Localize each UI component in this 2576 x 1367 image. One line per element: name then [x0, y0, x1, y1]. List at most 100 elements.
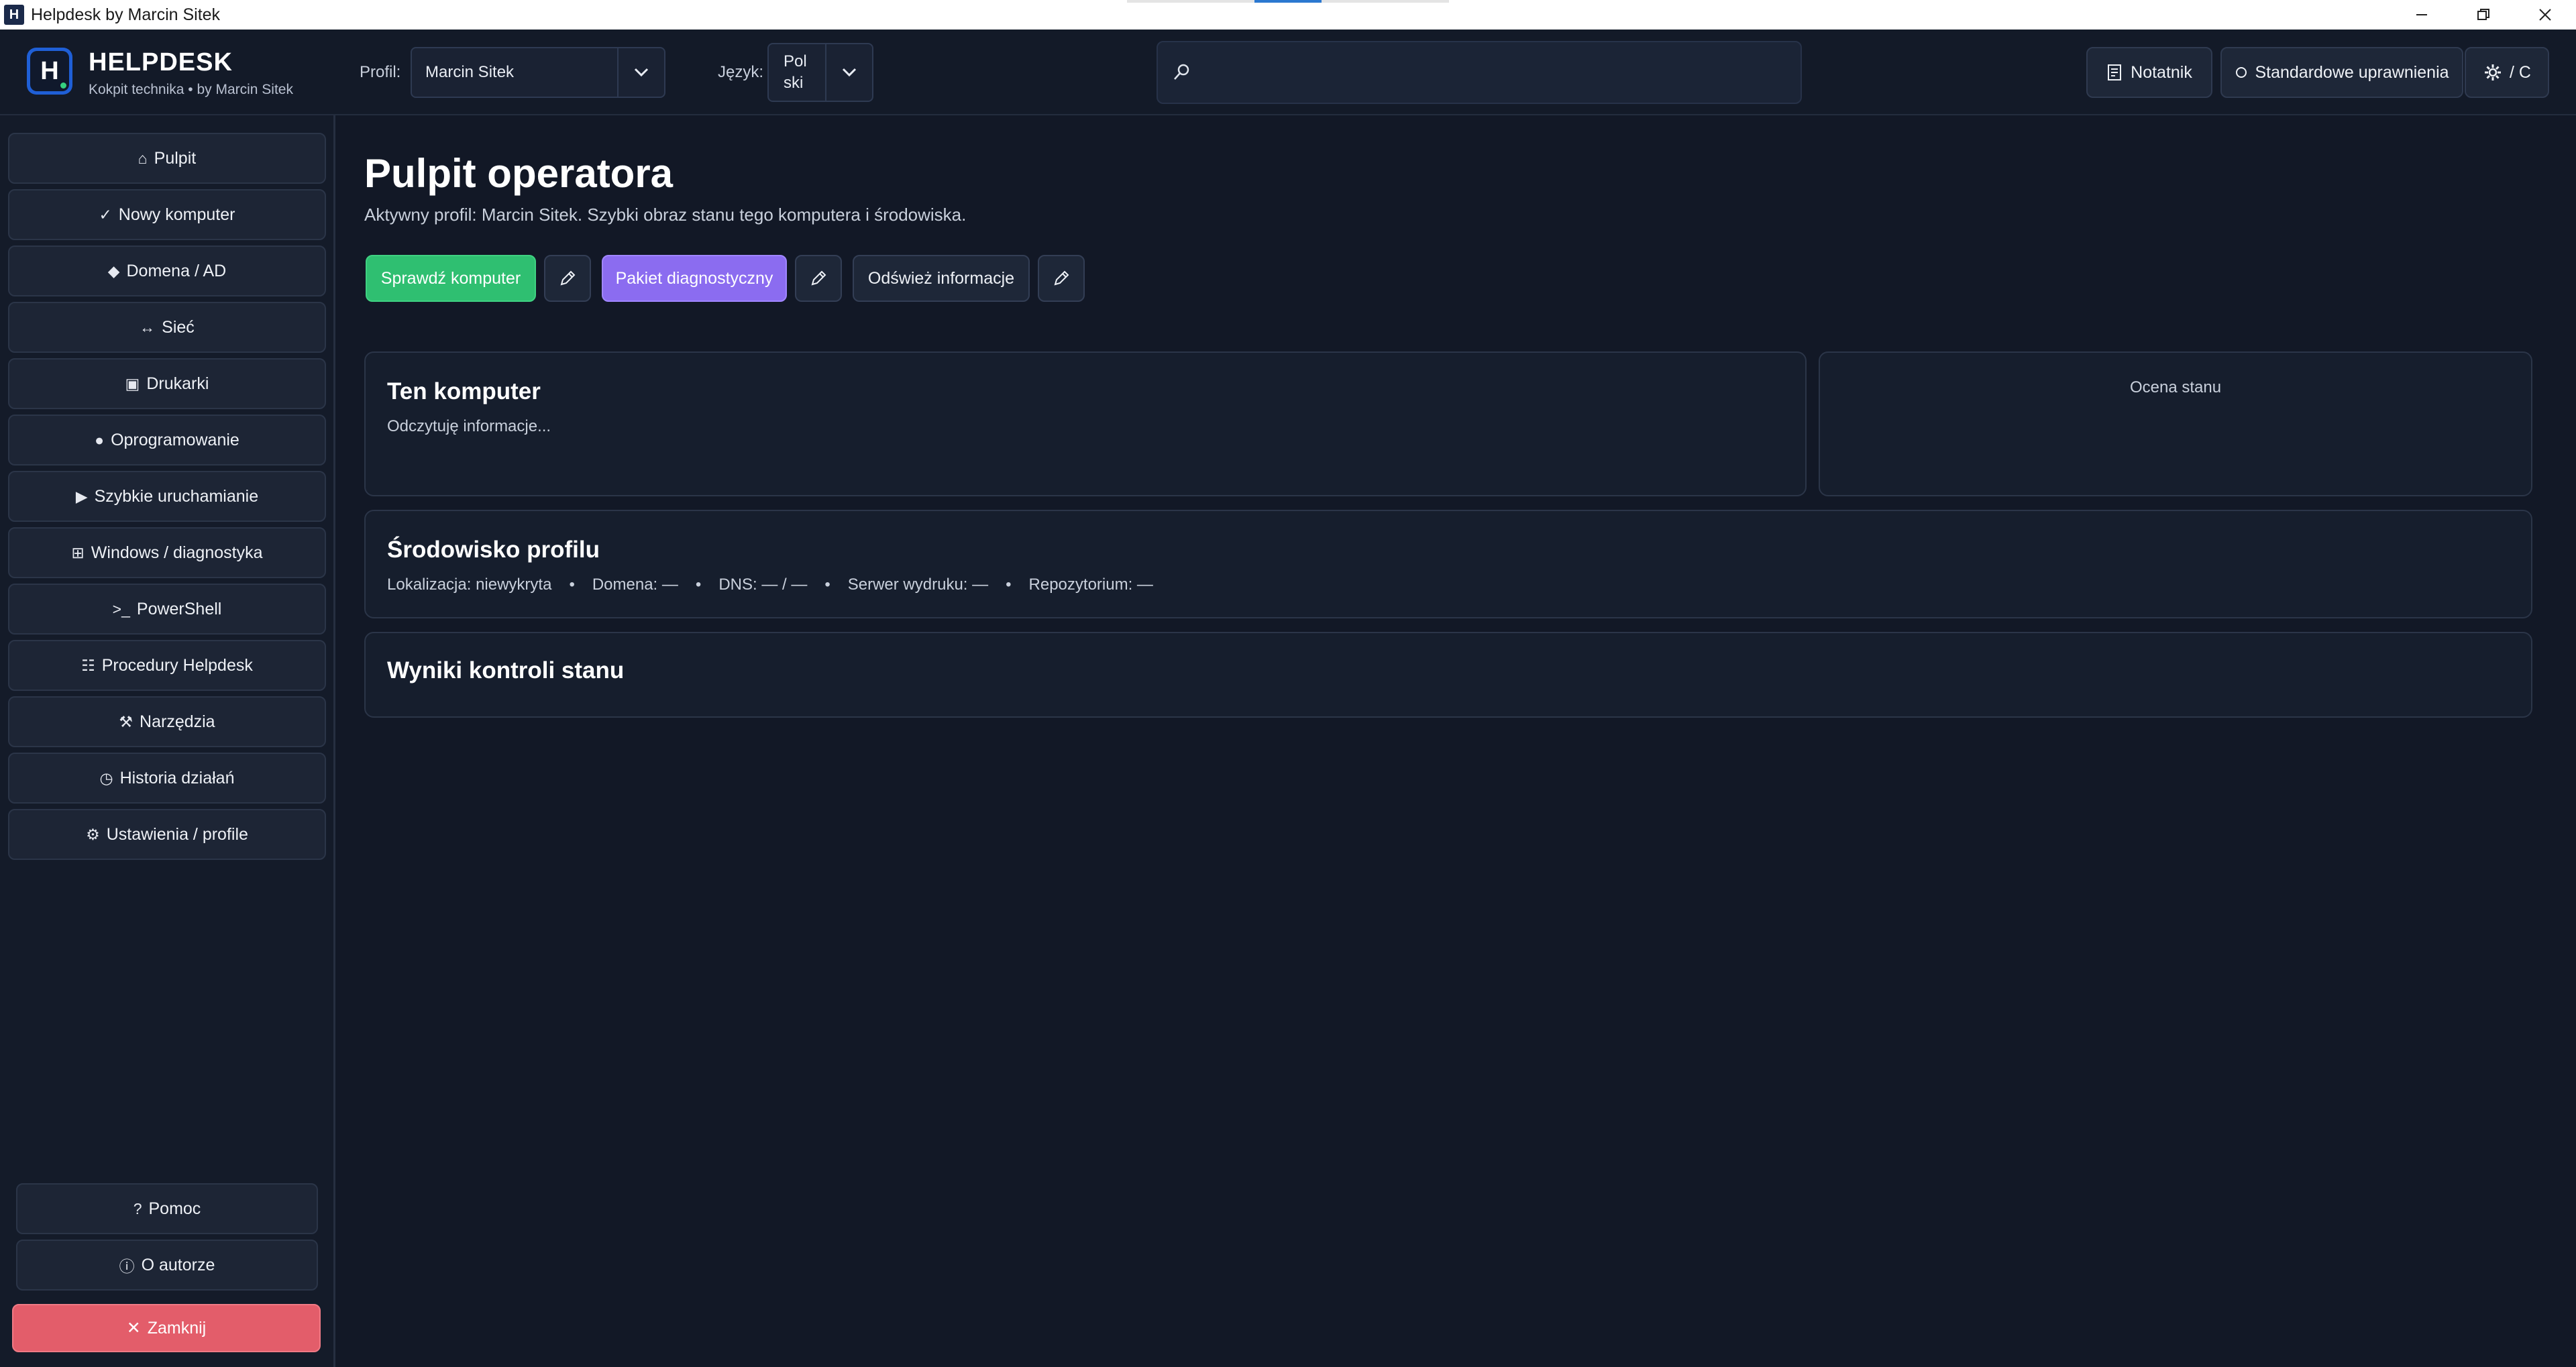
- domain-value: Domena: —: [592, 576, 678, 594]
- check-computer-label: Sprawdź komputer: [380, 268, 521, 288]
- computer-info-text: Odczytuję informacje...: [387, 417, 551, 435]
- printer-icon: ▣: [125, 374, 140, 392]
- edit-check-button[interactable]: [544, 255, 591, 302]
- page-title: Pulpit operatora: [364, 151, 674, 196]
- health-rating-title: Ocena stanu: [2129, 378, 2222, 396]
- sidebar-item-label: Nowy komputer: [118, 205, 235, 224]
- refresh-info-button[interactable]: Odśwież informacje: [853, 255, 1030, 302]
- sidebar-item-label: Sieć: [162, 317, 195, 337]
- language-select[interactable]: Pol ski: [767, 43, 873, 102]
- sidebar-item-label: Windows / diagnostyka: [91, 543, 263, 562]
- health-check-results-card: Wyniki kontroli stanu: [364, 632, 2532, 718]
- close-icon: [2539, 9, 2551, 21]
- help-icon: ?: [133, 1199, 142, 1217]
- permissions-button[interactable]: Standardowe uprawnienia: [2220, 47, 2463, 98]
- sidebar-item-label: Ustawienia / profile: [106, 824, 248, 844]
- search-box[interactable]: [1157, 41, 1802, 104]
- app-logo: H: [27, 48, 72, 95]
- sidebar-item-tools[interactable]: ⚒ Narzędzia: [8, 696, 326, 747]
- brand-subtitle: Kokpit technika • by Marcin Sitek: [89, 82, 293, 97]
- sidebar-item-powershell[interactable]: >_ PowerShell: [8, 584, 326, 635]
- window-titlebar: H Helpdesk by Marcin Sitek: [0, 0, 2576, 30]
- permissions-button-label: Standardowe uprawnienia: [2255, 62, 2449, 82]
- minimize-button[interactable]: [2391, 0, 2453, 30]
- chevron-down-icon[interactable]: [617, 48, 664, 97]
- sidebar-item-label: Domena / AD: [126, 261, 227, 280]
- window-title: Helpdesk by Marcin Sitek: [31, 5, 221, 24]
- sidebar-item-printers[interactable]: ▣ Drukarki: [8, 358, 326, 409]
- sidebar-item-new-computer[interactable]: ✓ Nowy komputer: [8, 189, 326, 240]
- sidebar-item-quick-launch[interactable]: ▶ Szybkie uruchamianie: [8, 471, 326, 522]
- sidebar-item-label: PowerShell: [136, 599, 222, 618]
- sidebar-item-settings[interactable]: ⚙ Ustawienia / profile: [8, 809, 326, 860]
- notes-button[interactable]: Notatnik: [2086, 47, 2212, 98]
- close-app-label: Zamknij: [147, 1318, 207, 1337]
- edit-refresh-button[interactable]: [1038, 255, 1085, 302]
- restore-button[interactable]: [2453, 0, 2514, 30]
- sidebar-item-domain-ad[interactable]: ◆ Domena / AD: [8, 245, 326, 296]
- terminal-icon: >_: [112, 600, 130, 618]
- profile-value: Marcin Sitek: [425, 63, 515, 81]
- minimize-icon: [2416, 14, 2427, 15]
- sidebar-item-pulpit[interactable]: ⌂ Pulpit: [8, 133, 326, 184]
- sidebar-item-software[interactable]: ● Oprogramowanie: [8, 415, 326, 466]
- check-computer-button[interactable]: Sprawdź komputer: [366, 255, 536, 302]
- search-icon: [1174, 64, 1189, 80]
- search-input[interactable]: [1202, 62, 1801, 83]
- language-value: Pol ski: [784, 52, 807, 92]
- language-label: Język:: [718, 63, 764, 81]
- check-icon: ✓: [99, 205, 112, 223]
- environment-info-row: Lokalizacja: niewykryta • Domena: — • DN…: [387, 576, 1153, 594]
- app-icon: H: [4, 5, 24, 25]
- sidebar-item-network[interactable]: ↔ Sieć: [8, 302, 326, 353]
- sidebar-item-windows-diagnostics[interactable]: ⊞ Windows / diagnostyka: [8, 527, 326, 578]
- card-title: Środowisko profilu: [387, 537, 600, 563]
- sidebar-item-history[interactable]: ◷ Historia działań: [8, 753, 326, 804]
- window-close-button[interactable]: [2514, 0, 2576, 30]
- main-content: Pulpit operatora Aktywny profil: Marcin …: [337, 115, 2576, 1367]
- separator: •: [695, 576, 702, 594]
- repository-value: Repozytorium: —: [1028, 576, 1153, 594]
- location-value: Lokalizacja: niewykryta: [387, 576, 552, 594]
- arrows-icon: ↔: [140, 318, 156, 336]
- sidebar-item-label: Szybkie uruchamianie: [94, 486, 259, 506]
- sidebar-item-procedures[interactable]: ☷ Procedury Helpdesk: [8, 640, 326, 691]
- refresh-info-label: Odśwież informacje: [867, 268, 1015, 288]
- home-icon: ⌂: [138, 149, 148, 167]
- health-rating-card: Ocena stanu: [1819, 351, 2532, 496]
- restore-icon: [2477, 9, 2489, 20]
- card-title: Wyniki kontroli stanu: [387, 657, 625, 684]
- edit-diagnostic-button[interactable]: [795, 255, 842, 302]
- page-subtitle: Aktywny profil: Marcin Sitek. Szybki obr…: [364, 205, 967, 225]
- sidebar-item-label: Procedury Helpdesk: [101, 655, 253, 675]
- windows-icon: ⊞: [71, 543, 85, 561]
- separator: •: [1006, 576, 1012, 594]
- card-title: Ten komputer: [387, 378, 541, 404]
- profile-label: Profil:: [360, 63, 401, 81]
- sidebar: ⌂ Pulpit ✓ Nowy komputer ◆ Domena / AD ↔…: [0, 115, 335, 1367]
- sidebar-item-label: Drukarki: [146, 374, 209, 393]
- close-app-button[interactable]: ✕ Zamknij: [12, 1304, 321, 1352]
- close-icon: ✕: [126, 1319, 141, 1337]
- pencil-icon: [560, 270, 576, 286]
- play-icon: ▶: [75, 487, 88, 505]
- pencil-icon: [1054, 270, 1069, 286]
- separator: •: [824, 576, 830, 594]
- diagnostic-package-button[interactable]: Pakiet diagnostyczny: [602, 255, 787, 302]
- profile-select[interactable]: Marcin Sitek: [411, 47, 665, 98]
- window-tabstrip: [1127, 0, 1449, 3]
- separator: •: [569, 576, 575, 594]
- help-button-label: Pomoc: [148, 1199, 201, 1218]
- chevron-down-icon[interactable]: [825, 44, 872, 101]
- about-button[interactable]: ⓘ O autorze: [16, 1240, 318, 1291]
- theme-settings-button[interactable]: / C: [2465, 47, 2549, 98]
- sidebar-item-label: Pulpit: [154, 148, 197, 168]
- pencil-icon: [811, 270, 826, 286]
- help-button[interactable]: ? Pomoc: [16, 1183, 318, 1234]
- gear-icon: ⚙: [86, 825, 100, 843]
- gear-icon: [2485, 64, 2502, 80]
- sidebar-item-label: Historia działań: [119, 768, 235, 787]
- print-server-value: Serwer wydruku: —: [847, 576, 989, 594]
- app-header: H HELPDESK Kokpit technika • by Marcin S…: [0, 30, 2576, 115]
- diagnostic-package-label: Pakiet diagnostyczny: [615, 268, 773, 288]
